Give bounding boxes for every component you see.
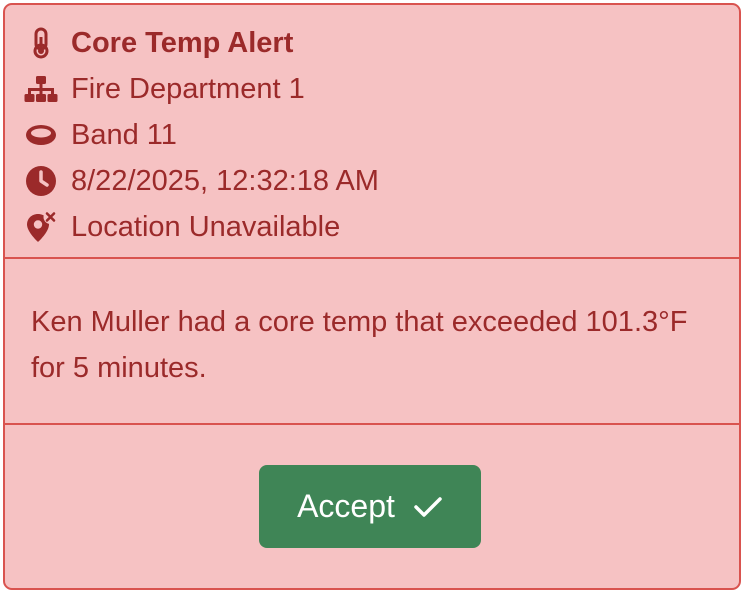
alert-body: Ken Muller had a core temp that exceeded… (5, 259, 739, 425)
timestamp-label: 8/22/2025, 12:32:18 AM (71, 164, 379, 197)
department-label: Fire Department 1 (71, 72, 305, 105)
alert-title: Core Temp Alert (71, 26, 294, 59)
alert-title-row: Core Temp Alert (23, 23, 293, 63)
accept-button-label: Accept (297, 488, 395, 524)
band-label: Band 11 (71, 118, 177, 151)
alert-header: Core Temp Alert Fire Department 1 Band 1… (5, 5, 739, 259)
alert-footer: Accept (5, 425, 739, 588)
accept-button[interactable]: Accept (259, 465, 481, 548)
thermometer-icon (23, 25, 59, 61)
location-label: Location Unavailable (71, 210, 341, 243)
timestamp-row: 8/22/2025, 12:32:18 AM (23, 161, 379, 201)
band-ring-icon (23, 117, 59, 153)
department-row: Fire Department 1 (23, 69, 305, 109)
location-off-icon (23, 209, 59, 245)
checkmark-icon (413, 495, 443, 519)
org-chart-icon (23, 71, 59, 107)
alert-card: Core Temp Alert Fire Department 1 Band 1… (3, 3, 741, 590)
location-row: Location Unavailable (23, 207, 340, 247)
band-row: Band 11 (23, 115, 177, 155)
alert-message: Ken Muller had a core temp that exceeded… (31, 306, 688, 384)
clock-icon (23, 163, 59, 199)
